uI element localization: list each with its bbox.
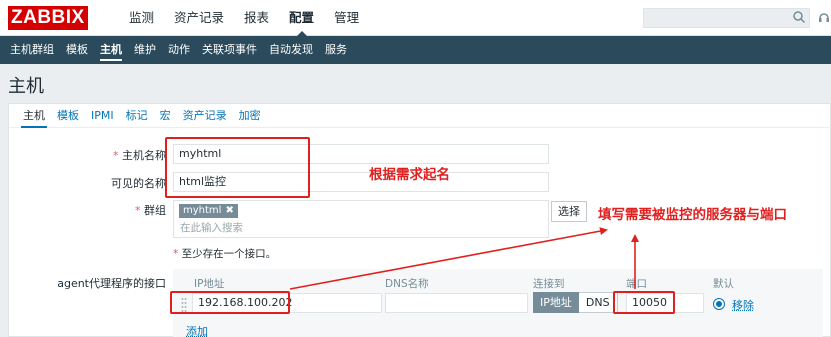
tab-encryption[interactable]: 加密 [233, 104, 267, 127]
sub-menu-discovery[interactable]: 自动发现 [263, 36, 319, 64]
connect-dns-option[interactable]: DNS [578, 292, 618, 313]
top-menu: 监测 资产记录 报表 配置 管理 [119, 0, 369, 37]
sub-menu-maintenance[interactable]: 维护 [128, 36, 162, 64]
sub-menu-actions[interactable]: 动作 [162, 36, 196, 64]
select-groups-button[interactable]: 选择 [551, 201, 587, 222]
groups-search-placeholder[interactable]: 在此输入搜索 [180, 220, 243, 235]
tab-inventory[interactable]: 资产记录 [177, 104, 233, 127]
connect-to-toggle: IP地址 DNS [533, 292, 618, 313]
form-tabs: 主机 模板 IPMI 标记 宏 资产记录 加密 [9, 104, 831, 128]
annotation-name-note: 根据需求起名 [369, 167, 450, 183]
groups-label-text: 群组 [144, 204, 166, 217]
group-chip-label: myhtml [183, 205, 222, 216]
annotation-box-port [613, 291, 675, 314]
top-menu-configuration[interactable]: 配置 [279, 0, 324, 37]
sub-menu-event-correlation[interactable]: 关联项事件 [196, 36, 263, 64]
top-navbar: ZABBIX 监测 资产记录 报表 配置 管理 [0, 0, 831, 37]
sub-menu-host-groups[interactable]: 主机群组 [4, 36, 60, 64]
tab-templates[interactable]: 模板 [51, 104, 85, 127]
required-mark: * [173, 248, 179, 260]
tab-macros[interactable]: 宏 [154, 104, 177, 127]
add-interface-link[interactable]: 添加 [186, 323, 208, 337]
annotation-server-note: 填写需要被监控的服务器与端口 [598, 207, 787, 223]
col-dns-header: DNS名称 [385, 278, 429, 290]
page-title: 主机 [8, 76, 44, 97]
groups-multiselect[interactable]: myhtml ✖ 在此输入搜索 [173, 200, 549, 238]
sub-menu-hosts[interactable]: 主机 [94, 36, 128, 64]
connect-ip-option[interactable]: IP地址 [533, 292, 579, 313]
host-name-label: * 主机名称 [49, 147, 166, 163]
col-default-header: 默认 [713, 278, 734, 290]
annotation-box-names [165, 137, 310, 198]
top-menu-inventory[interactable]: 资产记录 [164, 0, 234, 36]
sub-menu-templates[interactable]: 模板 [60, 36, 94, 64]
remove-chip-icon[interactable]: ✖ [225, 204, 233, 218]
col-connect-header: 连接到 [533, 278, 565, 290]
tab-host[interactable]: 主机 [17, 104, 51, 128]
required-mark: * [113, 149, 119, 162]
agent-interfaces-label: agent代理程序的接口 [57, 277, 166, 290]
top-menu-reports[interactable]: 报表 [234, 0, 279, 36]
top-menu-administration[interactable]: 管理 [324, 0, 369, 36]
tab-tags[interactable]: 标记 [120, 104, 154, 127]
dns-name-input[interactable] [385, 293, 528, 313]
annotation-box-ip [170, 291, 290, 314]
group-chip: myhtml ✖ [179, 204, 238, 218]
visible-name-label: 可见的名称 [111, 177, 166, 190]
groups-label: * 群组 [49, 202, 166, 218]
remove-interface-link[interactable]: 移除 [732, 297, 754, 313]
sub-menu-services[interactable]: 服务 [319, 36, 353, 64]
col-ip-header: IP地址 [194, 278, 225, 290]
top-menu-monitoring[interactable]: 监测 [119, 0, 164, 36]
interface-required-hint: * 至少存在一个接口。 [173, 246, 276, 261]
col-port-header: 端口 [626, 278, 647, 290]
tab-ipmi[interactable]: IPMI [85, 104, 120, 127]
required-mark: * [135, 204, 141, 217]
global-search-input[interactable] [643, 8, 810, 28]
default-interface-radio[interactable] [713, 298, 725, 310]
interface-required-hint-text: 至少存在一个接口。 [181, 248, 277, 260]
sub-navbar: 主机群组 模板 主机 维护 动作 关联项事件 自动发现 服务 [0, 36, 831, 64]
host-name-label-text: 主机名称 [122, 149, 166, 162]
search-icon[interactable] [792, 10, 806, 24]
help-icon[interactable] [817, 10, 831, 24]
zabbix-logo[interactable]: ZABBIX [8, 6, 88, 30]
